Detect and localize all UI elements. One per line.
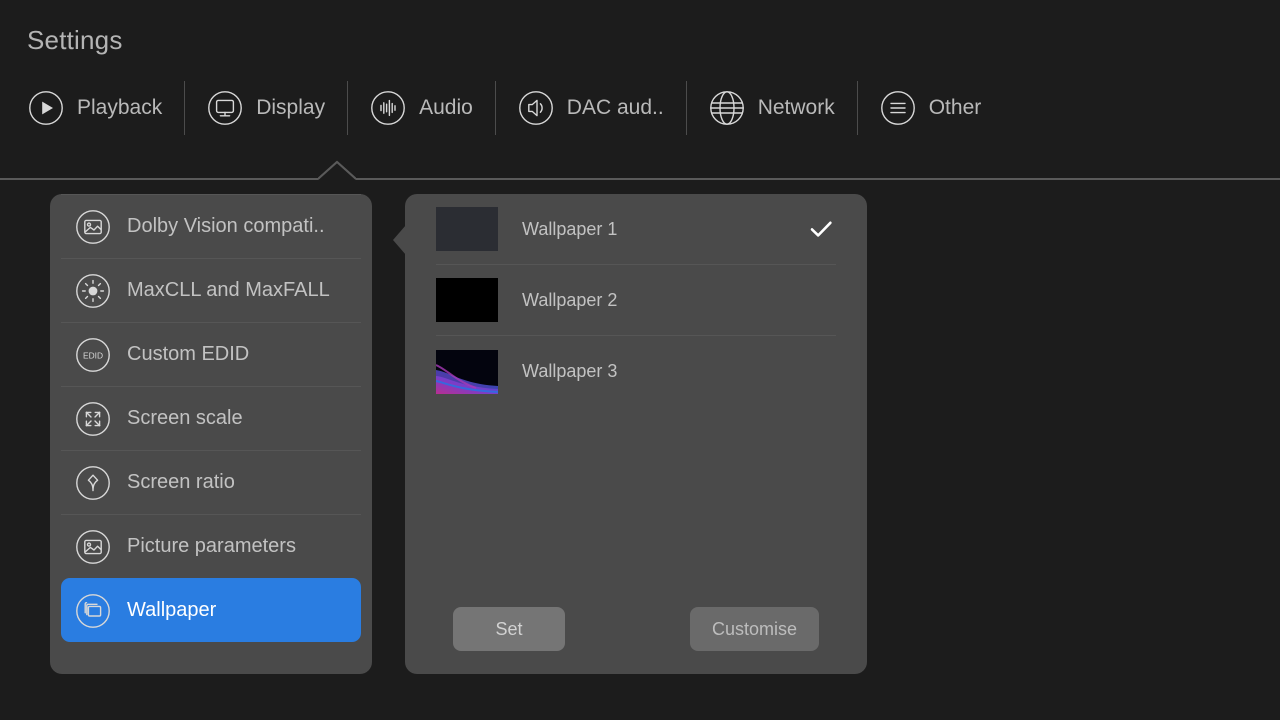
top-tab-bar: Playback Display Audio DAC aud.. Network Othe…: [28, 80, 1003, 136]
active-tab-indicator-notch: [318, 160, 356, 180]
expand-icon: [75, 401, 111, 437]
wallpaper-detail-panel: Wallpaper 1 Wallpaper 2 Wallpaper 3 Set Cu…: [405, 194, 867, 674]
detail-action-bar: Set Customise: [405, 607, 867, 651]
settings-sidebar: Dolby Vision compati.. MaxCLL and MaxFALL…: [50, 194, 372, 674]
sidebar-item-label: Dolby Vision compati..: [127, 215, 325, 237]
tab-dac-aud[interactable]: DAC aud..: [518, 80, 686, 136]
sidebar-item-label: Screen ratio: [127, 471, 235, 493]
sidebar-item-screen-ratio[interactable]: Screen ratio: [61, 450, 361, 514]
sidebar-item-custom-edid[interactable]: EDID Custom EDID: [61, 322, 361, 386]
wallpaper-list-item[interactable]: Wallpaper 3: [436, 336, 836, 407]
header-divider: [0, 178, 1280, 180]
customise-button[interactable]: Customise: [689, 607, 819, 651]
tab-playback[interactable]: Playback: [28, 80, 184, 136]
sidebar-item-label: Screen scale: [127, 407, 243, 429]
play-circle-icon: [28, 90, 64, 126]
tab-network[interactable]: Network: [709, 80, 857, 136]
tab-label: Audio: [419, 96, 473, 119]
layers-icon: [75, 593, 111, 629]
globe-icon: [709, 90, 745, 126]
check-icon: [806, 214, 836, 244]
check-icon: [806, 357, 836, 387]
tab-label: DAC aud..: [566, 96, 664, 119]
svg-text:EDID: EDID: [83, 350, 103, 360]
sidebar-item-screen-scale[interactable]: Screen scale: [61, 386, 361, 450]
check-icon: [806, 285, 836, 315]
sidebar-item-dolby-vision-compati[interactable]: Dolby Vision compati..: [61, 194, 361, 258]
brightness-icon: [75, 273, 111, 309]
sidebar-item-wallpaper[interactable]: Wallpaper: [61, 578, 361, 642]
tab-label: Other: [928, 96, 982, 119]
page-title: Settings: [27, 25, 123, 55]
sidebar-item-label: Wallpaper: [127, 599, 217, 621]
wallpaper-thumbnail: [436, 207, 498, 251]
wallpaper-list-item[interactable]: Wallpaper 1: [436, 194, 836, 265]
wallpaper-label: Wallpaper 2: [522, 289, 618, 310]
sidebar-item-label: MaxCLL and MaxFALL: [127, 279, 330, 301]
tab-separator: [685, 81, 687, 135]
sidebar-item-label: Picture parameters: [127, 535, 296, 557]
tab-separator: [184, 81, 186, 135]
tab-separator: [856, 81, 858, 135]
wallpaper-label: Wallpaper 1: [522, 218, 618, 239]
tab-label: Display: [256, 96, 326, 119]
sidebar-item-maxcll-and-maxfall[interactable]: MaxCLL and MaxFALL: [61, 258, 361, 322]
wallpaper-list: Wallpaper 1 Wallpaper 2 Wallpaper 3: [405, 194, 867, 407]
wallpaper-label: Wallpaper 3: [522, 361, 618, 381]
edid-icon: EDID: [75, 337, 111, 373]
wallpaper-thumbnail: [436, 278, 498, 322]
speaker-icon: [518, 90, 554, 126]
sidebar-item-label: Custom EDID: [127, 343, 250, 365]
tab-other[interactable]: Other: [880, 80, 1004, 136]
tab-separator: [347, 81, 349, 135]
image-icon: [75, 529, 111, 565]
hamburger-icon: [880, 90, 916, 126]
tab-separator: [494, 81, 496, 135]
wallpaper-list-item[interactable]: Wallpaper 2: [436, 265, 836, 336]
wallpaper-thumbnail: [436, 349, 498, 394]
set-button[interactable]: Set: [453, 607, 565, 651]
settings-screen: Settings Playback Display Audio DAC aud.. Ne…: [0, 0, 1280, 720]
tab-label: Playback: [77, 96, 163, 119]
sidebar-item-picture-parameters[interactable]: Picture parameters: [61, 514, 361, 578]
monitor-icon: [207, 90, 243, 126]
equalizer-icon: [370, 90, 406, 126]
tab-audio[interactable]: Audio: [370, 80, 495, 136]
ratio-arrow-icon: [75, 465, 111, 501]
image-icon: [75, 209, 111, 245]
tab-display[interactable]: Display: [207, 80, 347, 136]
tab-label: Network: [757, 96, 835, 119]
